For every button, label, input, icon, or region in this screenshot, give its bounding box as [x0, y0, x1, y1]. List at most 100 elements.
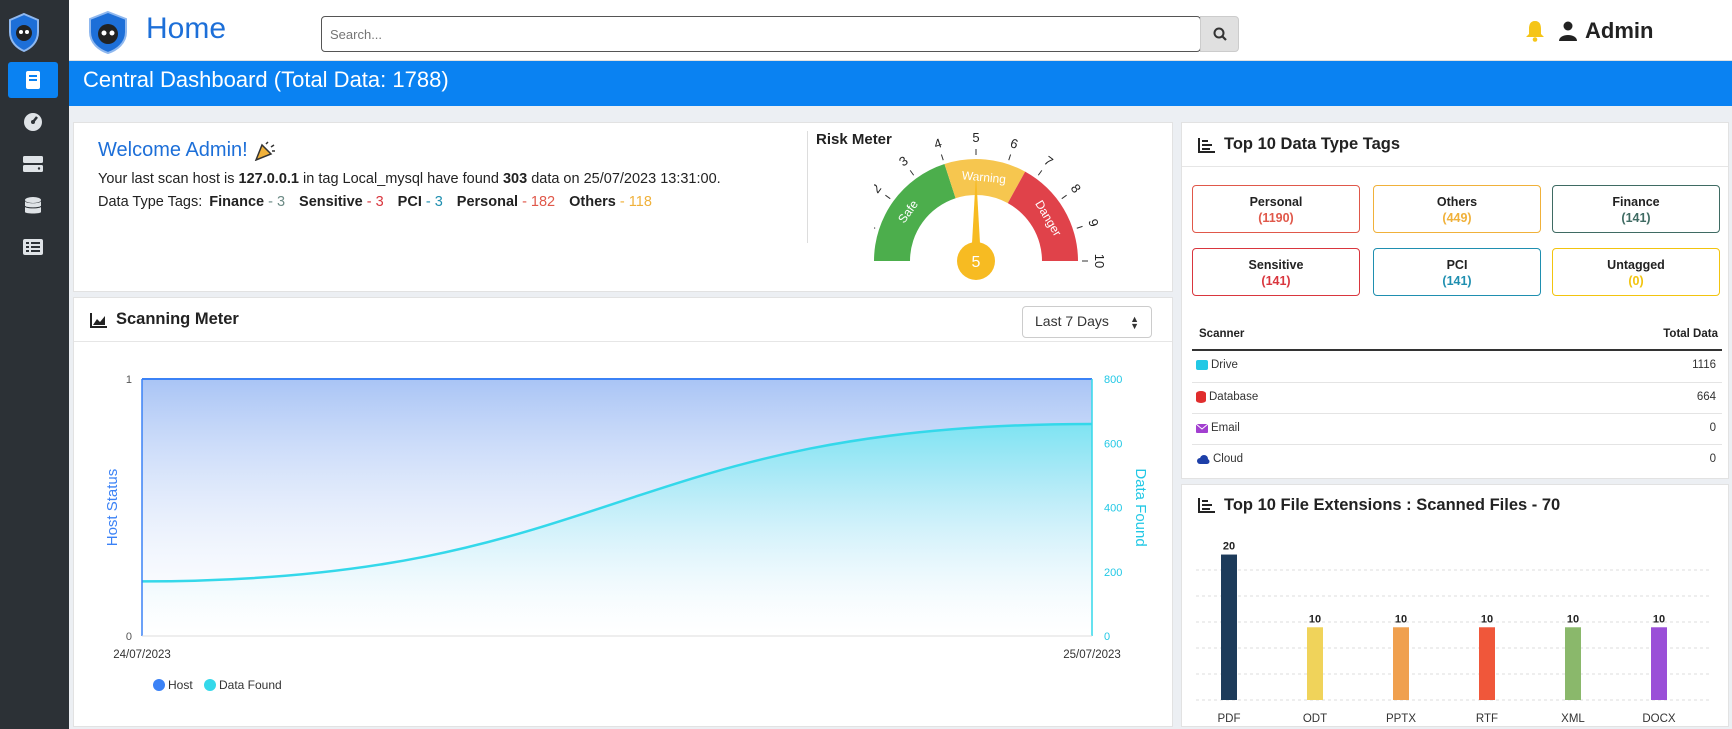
tag-card-count: (141): [1261, 274, 1291, 288]
gauge-tick: [1008, 154, 1012, 161]
scanning-meter-header: Scanning Meter: [74, 298, 1172, 342]
database-icon: [24, 197, 42, 214]
bell-icon[interactable]: [1525, 20, 1545, 42]
list-icon: [23, 239, 43, 255]
table-row: Email 0: [1192, 413, 1722, 444]
sidebar-item-pages[interactable]: [8, 62, 58, 98]
risk-meter-gauge: SafeWarningDanger0123456789105: [874, 131, 1107, 280]
cloud-icon: [1197, 454, 1210, 464]
y-tick-label: 1: [126, 374, 132, 386]
search-icon: [1213, 27, 1227, 41]
x-tick-label: DOCX: [1642, 713, 1676, 725]
scanner-name-cell: Drive: [1196, 359, 1238, 371]
scanner-total: 0: [1709, 453, 1716, 465]
page-title: Home: [146, 12, 227, 45]
scanner-name: Email: [1211, 422, 1240, 434]
tag-inline-name: Personal: [456, 194, 519, 210]
scanner-name: Drive: [1211, 359, 1238, 371]
legend-marker: [153, 679, 165, 691]
file-extensions-header: Top 10 File Extensions : Scanned Files -…: [1182, 485, 1728, 525]
sidebar-item-list[interactable]: [8, 229, 58, 265]
tag-card-count: (0): [1628, 274, 1644, 288]
search-button[interactable]: [1200, 16, 1239, 52]
tag-card[interactable]: PCI (141): [1373, 248, 1541, 296]
tag-card[interactable]: Personal (1190): [1192, 185, 1360, 233]
date-range-value: Last 7 Days: [1035, 313, 1109, 329]
tag-card[interactable]: Finance (141): [1552, 185, 1720, 233]
file-extensions-chart: 20 PDF 10 ODT 10 PPTX 10 RTF 10 XML 10 DOCX: [1196, 541, 1712, 725]
y2-tick-label: 400: [1104, 503, 1122, 515]
scanning-meter-title: Scanning Meter: [116, 310, 239, 328]
bar: [1393, 627, 1409, 700]
user-menu[interactable]: Admin: [1559, 18, 1653, 44]
data-type-tags-line: Data Type Tags: Finance - 3 Sensitive - 3…: [98, 194, 652, 210]
tag-card[interactable]: Sensitive (141): [1192, 248, 1360, 296]
user-name: Admin: [1585, 18, 1654, 43]
tag-card-label: Finance: [1612, 195, 1660, 209]
scanner-total: 664: [1696, 391, 1716, 403]
tag-inline-name: PCI: [397, 194, 422, 210]
x-tick-label: XML: [1561, 713, 1585, 725]
bar: [1651, 627, 1667, 700]
gauge-tick-label: 9: [1085, 217, 1102, 229]
welcome-title: Welcome Admin!: [98, 139, 248, 161]
tag-card-label: Sensitive: [1248, 258, 1304, 272]
scan-suffix: data on 25/07/2023 13:31:00.: [531, 171, 721, 187]
table-row: Database 664: [1192, 382, 1722, 413]
date-range-select[interactable]: Last 7 Days ▲ ▼: [1022, 306, 1152, 338]
legend-label: Host: [168, 678, 193, 692]
gauge-tick: [885, 194, 891, 200]
bar-value-label: 10: [1309, 613, 1321, 625]
y2-tick-label: 800: [1104, 374, 1122, 386]
data-type-tags-title: Top 10 Data Type Tags: [1224, 135, 1401, 153]
scan-mid: in tag Local_mysql have found: [303, 171, 499, 187]
bar-value-label: 10: [1481, 613, 1493, 625]
tag-card-label: Personal: [1249, 195, 1303, 209]
scanner-name-cell: Database: [1196, 391, 1258, 403]
welcome-card: Welcome Admin! Your last scan host is 12…: [73, 122, 1173, 292]
x-tick-label: PDF: [1218, 713, 1241, 725]
y2-tick-label: 600: [1104, 438, 1122, 450]
data-type-tags-header: Top 10 Data Type Tags: [1182, 123, 1728, 167]
x-tick-label: RTF: [1476, 713, 1498, 725]
y2-axis-title: Data Found: [1132, 468, 1149, 546]
top-navbar: Home Admin: [69, 0, 1732, 61]
last-scan-text: Your last scan host is 127.0.0.1 in tag …: [98, 171, 721, 187]
y-axis-title: Host Status: [104, 469, 121, 547]
divider: [807, 131, 808, 243]
gauge-tick: [1061, 194, 1067, 200]
tag-inline-name: Others: [569, 194, 616, 210]
gauge-tick-label: 7: [1041, 153, 1056, 169]
tag-inline-name: Sensitive: [299, 194, 363, 210]
tag-card[interactable]: Others (449): [1373, 185, 1541, 233]
scanner-total: 0: [1709, 422, 1716, 434]
x-tick-label: ODT: [1303, 713, 1327, 725]
gauge-tick: [1037, 170, 1043, 176]
y-tick-label: 0: [126, 631, 132, 643]
tag-card[interactable]: Untagged (0): [1552, 248, 1720, 296]
search-input[interactable]: [321, 16, 1201, 52]
email-icon: [1196, 423, 1208, 433]
tag-inline-count: - 3: [421, 194, 443, 210]
sidebar-item-dashboard[interactable]: [8, 104, 58, 140]
sidebar-item-database[interactable]: [8, 188, 58, 224]
y2-tick-label: 200: [1104, 567, 1122, 579]
gauge-tick: [940, 154, 944, 161]
tag-inline-item: Sensitive - 3: [299, 194, 384, 210]
table-row: Drive 1116: [1192, 351, 1722, 382]
bar: [1479, 627, 1495, 700]
sidebar-item-hosts[interactable]: [8, 146, 58, 182]
book-icon: [26, 71, 40, 89]
dashboard-gauge-icon: [24, 113, 42, 131]
scanner-col-header: Scanner: [1199, 328, 1245, 340]
bar: [1307, 627, 1323, 700]
gauge-tick-label: 2: [874, 181, 884, 196]
scan-host: 127.0.0.1: [238, 171, 299, 187]
shield-logo-icon[interactable]: [87, 10, 129, 54]
scanning-meter-card: Scanning Meter Last 7 Days ▲ ▼ 0 1 0 200 400 6…: [73, 297, 1173, 727]
scanner-total: 1116: [1692, 359, 1716, 371]
tag-inline-name: Finance: [209, 194, 265, 210]
data-type-tags-card: Top 10 Data Type Tags Personal (1190) Othe…: [1181, 122, 1729, 479]
tag-inline-item: Others - 118: [569, 194, 652, 210]
table-row: Cloud 0: [1192, 444, 1722, 475]
